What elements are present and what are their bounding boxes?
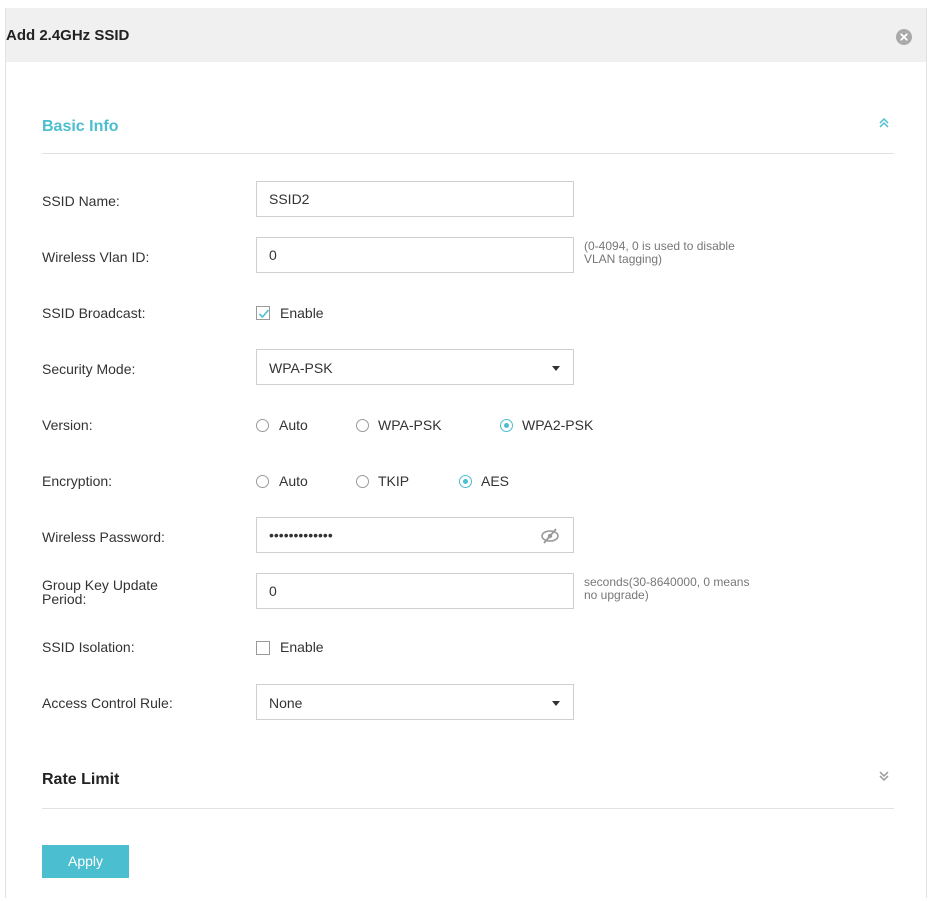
ssid-name-label: SSID Name: — [42, 193, 120, 209]
ssid-isolation-option-label[interactable]: Enable — [280, 639, 324, 655]
version-wpa2-psk-label[interactable]: WPA2-PSK — [522, 417, 593, 433]
encryption-tkip-radio[interactable] — [356, 475, 369, 488]
encryption-aes-radio[interactable] — [459, 475, 472, 488]
encryption-auto-label[interactable]: Auto — [279, 473, 308, 489]
encryption-auto-radio[interactable] — [256, 475, 269, 488]
access-control-select[interactable]: None — [256, 684, 574, 720]
caret-down-icon — [552, 366, 560, 371]
group-key-label: Group Key Update Period: — [42, 578, 158, 606]
chevron-double-up-icon[interactable] — [878, 116, 890, 130]
group-key-input[interactable] — [257, 574, 573, 608]
vlan-id-hint: (0-4094, 0 is used to disable VLAN taggi… — [584, 240, 735, 266]
version-wpa-psk-radio[interactable] — [356, 419, 369, 432]
ssid-isolation-label: SSID Isolation: — [42, 639, 135, 655]
access-control-value: None — [269, 695, 303, 711]
encryption-aes-label[interactable]: AES — [481, 473, 509, 489]
vlan-id-input[interactable] — [257, 238, 573, 272]
divider — [42, 808, 894, 809]
version-label: Version: — [42, 417, 93, 433]
group-key-label-line1: Group Key Update — [42, 577, 158, 593]
vlan-id-field[interactable] — [256, 237, 574, 273]
eye-slash-icon[interactable] — [539, 528, 561, 544]
vlan-id-hint-line2: VLAN tagging) — [584, 252, 663, 266]
group-key-label-line2: Period: — [42, 591, 87, 607]
ssid-name-input[interactable] — [257, 182, 573, 216]
ssid-broadcast-option-label[interactable]: Enable — [280, 305, 324, 321]
security-mode-select[interactable]: WPA-PSK — [256, 349, 574, 385]
access-control-label: Access Control Rule: — [42, 695, 173, 711]
wireless-password-label: Wireless Password: — [42, 529, 165, 545]
add-ssid-dialog: Add 2.4GHz SSID Basic Info SSID Name: Wi… — [5, 8, 927, 898]
ssid-isolation-checkbox[interactable] — [256, 641, 270, 655]
section-rate-limit-title[interactable]: Rate Limit — [42, 771, 119, 789]
version-wpa2-psk-radio[interactable] — [500, 419, 513, 432]
group-key-hint-line2: no upgrade) — [584, 588, 649, 602]
divider — [42, 153, 894, 154]
section-basic-info-title[interactable]: Basic Info — [42, 118, 118, 136]
chevron-double-down-icon[interactable] — [878, 769, 890, 783]
close-icon[interactable] — [896, 29, 912, 45]
version-auto-radio[interactable] — [256, 419, 269, 432]
version-auto-label[interactable]: Auto — [279, 417, 308, 433]
group-key-field[interactable] — [256, 573, 574, 609]
caret-down-icon — [552, 701, 560, 706]
dialog-header: Add 2.4GHz SSID — [6, 8, 926, 62]
apply-button[interactable]: Apply — [42, 845, 129, 878]
wireless-password-field[interactable]: ••••••••••••• — [256, 517, 574, 553]
wireless-password-input[interactable]: ••••••••••••• — [269, 527, 333, 543]
security-mode-label: Security Mode: — [42, 361, 136, 377]
ssid-name-field[interactable] — [256, 181, 574, 217]
ssid-broadcast-checkbox[interactable] — [256, 306, 270, 320]
dialog-title: Add 2.4GHz SSID — [6, 27, 130, 44]
version-wpa-psk-label[interactable]: WPA-PSK — [378, 417, 442, 433]
ssid-broadcast-label: SSID Broadcast: — [42, 305, 146, 321]
security-mode-value: WPA-PSK — [269, 360, 333, 376]
encryption-tkip-label[interactable]: TKIP — [378, 473, 409, 489]
vlan-id-label: Wireless Vlan ID: — [42, 249, 150, 265]
group-key-hint: seconds(30-8640000, 0 means no upgrade) — [584, 576, 749, 602]
encryption-label: Encryption: — [42, 473, 113, 489]
